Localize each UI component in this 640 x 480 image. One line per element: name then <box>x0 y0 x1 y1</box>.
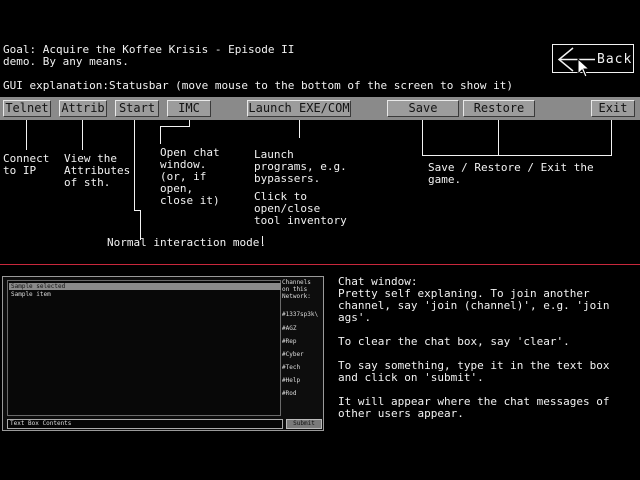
imc-connector-v2 <box>160 126 161 144</box>
exit-button[interactable]: Exit <box>591 100 635 117</box>
chat-help-appear: It will appear where the chat messages o… <box>338 395 610 420</box>
mouse-cursor-icon <box>577 58 591 78</box>
chat-window: Sample selected Sample item Channels on … <box>2 276 324 431</box>
imc-button[interactable]: IMC <box>167 100 211 117</box>
start-button[interactable]: Start <box>115 100 159 117</box>
list-item[interactable]: Sample selected <box>9 283 281 290</box>
tool-inventory-annotation: Click to open/close tool inventory <box>254 190 347 227</box>
chat-help-intro: Chat window: Pretty self explaning. To j… <box>338 275 610 324</box>
start-bracket-a <box>134 120 135 210</box>
channel-item[interactable]: #Rep <box>282 338 296 345</box>
channel-item[interactable]: #Tech <box>282 364 300 371</box>
save-connector <box>422 120 423 155</box>
telnet-connector <box>26 120 27 150</box>
gui-explanation: GUI explanation:Statusbar (move mouse to… <box>3 79 513 92</box>
channels-header: Channels on this Network: <box>282 279 311 300</box>
restore-connector <box>498 120 499 155</box>
exit-connector <box>611 120 612 155</box>
attrib-button[interactable]: Attrib <box>59 100 107 117</box>
channel-item[interactable]: #1337sp3k\ <box>282 311 318 318</box>
goal-line-2: demo. By any means. <box>3 55 129 68</box>
channel-item[interactable]: #Help <box>282 377 300 384</box>
save-restore-exit-annotation: Save / Restore / Exit the game. <box>428 161 594 186</box>
statusbar: Telnet Attrib Start IMC Launch EXE/COM S… <box>0 97 640 120</box>
back-button[interactable]: Back <box>552 44 634 78</box>
chat-message-list[interactable]: Sample selected Sample item <box>7 280 281 416</box>
save-exit-bracket <box>422 155 612 156</box>
chat-text-input[interactable]: Text Box Contents <box>7 419 283 429</box>
start-annotation: Normal interaction mode. <box>107 236 266 249</box>
chat-help-clear: To clear the chat box, say 'clear'. <box>338 335 570 348</box>
attrib-connector <box>82 120 83 150</box>
chat-help-say: To say something, type it in the text bo… <box>338 359 610 384</box>
channel-item[interactable]: #AGZ <box>282 325 296 332</box>
back-label: Back <box>597 52 633 67</box>
channel-item[interactable]: #Rod <box>282 390 296 397</box>
launch-connector <box>299 120 300 138</box>
attrib-annotation: View the Attributes of sth. <box>64 152 131 189</box>
imc-connector-h <box>160 126 190 127</box>
launch-annotation: Launch programs, e.g. bypassers. <box>254 148 347 185</box>
restore-button[interactable]: Restore <box>463 100 535 117</box>
telnet-annotation: Connect to IP <box>3 152 50 177</box>
launch-exe-com-button[interactable]: Launch EXE/COM <box>247 100 351 117</box>
chat-submit-button[interactable]: Submit <box>286 419 322 429</box>
imc-annotation: Open chat window. (or, if open, close it… <box>160 146 220 207</box>
save-button[interactable]: Save <box>387 100 459 117</box>
list-item[interactable]: Sample item <box>9 291 281 298</box>
telnet-button[interactable]: Telnet <box>3 100 51 117</box>
channel-item[interactable]: #Cyber <box>282 351 304 358</box>
section-divider <box>0 264 640 265</box>
